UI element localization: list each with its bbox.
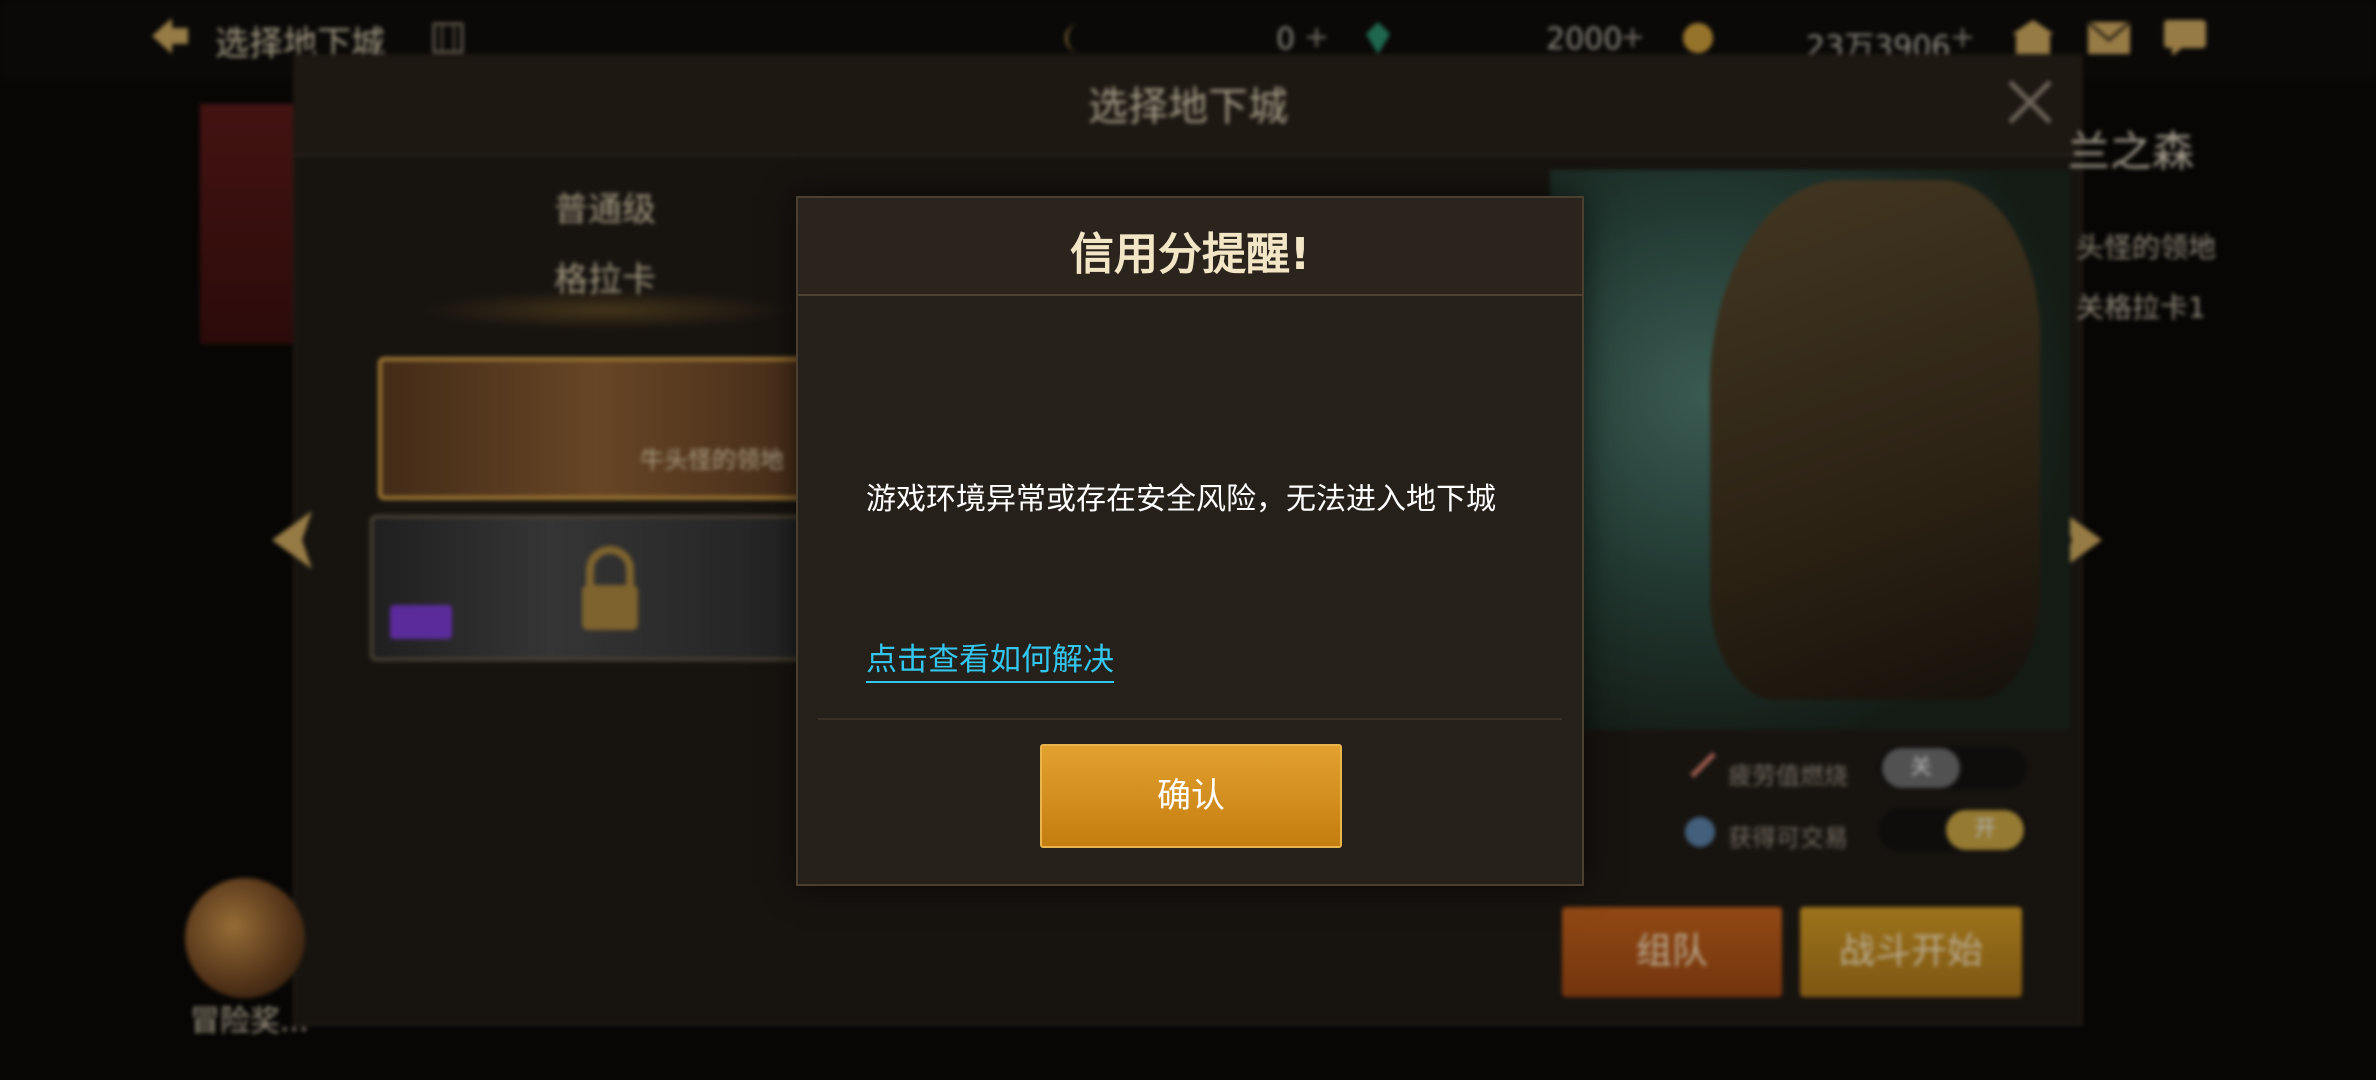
confirm-button[interactable]: 确认 bbox=[1040, 744, 1342, 848]
dialog-divider bbox=[818, 718, 1562, 720]
help-link[interactable]: 点击查看如何解决 bbox=[866, 634, 1114, 683]
credit-warning-dialog: 信用分提醒! 游戏环境异常或存在安全风险，无法进入地下城 点击查看如何解决 确认 bbox=[796, 196, 1584, 886]
dialog-message: 游戏环境异常或存在安全风险，无法进入地下城 bbox=[866, 482, 1496, 517]
dialog-title: 信用分提醒! bbox=[1069, 229, 1311, 280]
